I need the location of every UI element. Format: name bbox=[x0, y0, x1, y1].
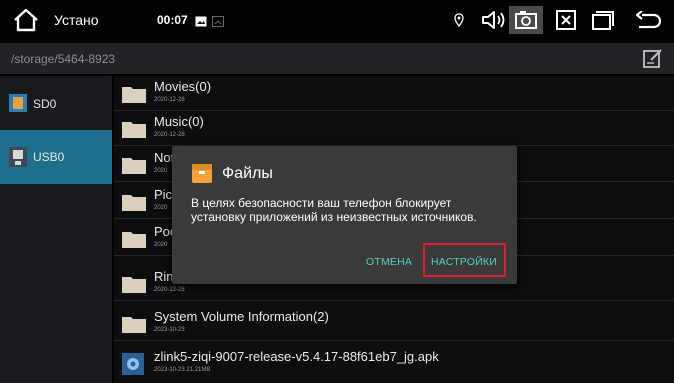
sidebar-item-sd0[interactable]: SD0 bbox=[0, 76, 112, 128]
file-date: 2020 bbox=[154, 168, 168, 174]
dialog-title: Файлы bbox=[222, 165, 273, 182]
file-date: 2020 bbox=[154, 205, 168, 211]
file-name: zlink5-ziqi-9007-release-v5.4.17-88f61eb… bbox=[154, 349, 439, 364]
folder-icon bbox=[122, 85, 146, 103]
screenshot-button[interactable] bbox=[509, 6, 543, 34]
sd-card-icon bbox=[8, 93, 28, 118]
file-name: Music(0) bbox=[154, 114, 204, 129]
close-window-icon[interactable] bbox=[556, 10, 576, 35]
file-date: 2020-12-28 bbox=[154, 132, 185, 138]
file-date: 2023-10-23 bbox=[154, 327, 185, 333]
path-bar: /storage/5464-8923 bbox=[0, 43, 674, 74]
app-title: Устано bbox=[54, 12, 99, 28]
image-notification-icon bbox=[195, 14, 207, 32]
settings-button[interactable]: НАСТРОЙКИ bbox=[423, 243, 506, 277]
dialog-message: В целях безопасности ваш телефон блокиру… bbox=[191, 196, 477, 224]
back-icon[interactable] bbox=[635, 10, 662, 36]
list-item[interactable]: zlink5-ziqi-9007-release-v5.4.17-88f61eb… bbox=[114, 346, 674, 380]
home-icon[interactable] bbox=[12, 8, 40, 32]
file-name: System Volume Information(2) bbox=[154, 309, 329, 324]
sidebar-item-label: SD0 bbox=[33, 97, 57, 111]
file-date: 2023-10-23 21,21MB bbox=[154, 367, 211, 373]
storage-sidebar: SD0 USB0 bbox=[0, 76, 112, 383]
file-name: Movies(0) bbox=[154, 79, 212, 94]
file-date: 2020-12-28 bbox=[154, 97, 185, 103]
install-blocked-dialog: Файлы В целях безопасности ваш телефон б… bbox=[172, 146, 517, 284]
file-name: Pic bbox=[154, 187, 173, 202]
current-path: /storage/5464-8923 bbox=[11, 52, 116, 66]
files-app-icon bbox=[191, 162, 213, 184]
folder-icon bbox=[122, 156, 146, 174]
status-bar: Устано 00:07 bbox=[0, 0, 674, 40]
file-date: 2020-12-28 bbox=[154, 287, 185, 293]
folder-icon bbox=[122, 230, 146, 248]
sidebar-item-usb0[interactable]: USB0 bbox=[0, 130, 112, 184]
settings-button-label: НАСТРОЙКИ bbox=[431, 256, 497, 268]
folder-icon bbox=[122, 120, 146, 138]
list-item[interactable]: Music(0) 2020-12-28 bbox=[114, 111, 674, 146]
apk-file-icon bbox=[121, 352, 145, 376]
edit-icon[interactable] bbox=[642, 47, 664, 74]
usb-drive-icon bbox=[8, 146, 28, 173]
file-date: 2020 bbox=[154, 242, 168, 248]
list-item[interactable]: Movies(0) 2020-12-28 bbox=[114, 76, 674, 111]
cancel-button[interactable]: ОТМЕНА bbox=[366, 256, 412, 268]
recent-apps-icon[interactable] bbox=[592, 10, 614, 35]
folder-icon bbox=[122, 315, 146, 333]
sidebar-item-label: USB0 bbox=[33, 150, 65, 164]
list-item[interactable]: System Volume Information(2) 2023-10-23 bbox=[114, 306, 674, 341]
location-icon bbox=[454, 13, 464, 32]
clock: 00:07 bbox=[157, 13, 188, 27]
volume-icon[interactable] bbox=[481, 9, 507, 36]
folder-icon bbox=[122, 275, 146, 293]
cast-notification-icon bbox=[212, 14, 224, 32]
folder-icon bbox=[122, 193, 146, 211]
